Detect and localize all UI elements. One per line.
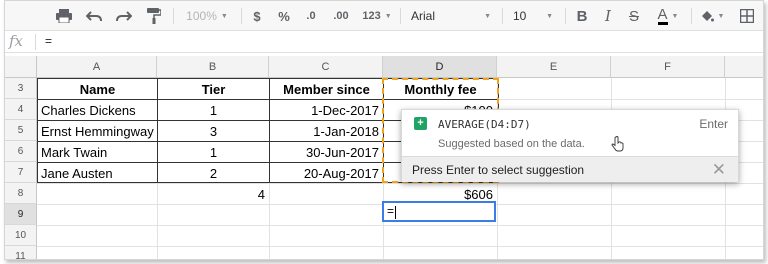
- spreadsheet-window: 100% ▼ $ % .0 .00 123 ▼ Arial ▼ 10 ▼ B I S A…: [4, 0, 764, 260]
- font-size-value: 10: [513, 9, 527, 23]
- toolbar-divider: [691, 8, 692, 24]
- grid-line: [37, 246, 763, 247]
- row-header-10[interactable]: 10: [5, 225, 37, 246]
- chevron-down-icon: ▼: [384, 12, 392, 20]
- header-cell-member-since[interactable]: Member since: [270, 79, 383, 99]
- suggestion-footer-text: Press Enter to select suggestion: [412, 163, 585, 177]
- row-header-7[interactable]: 7: [5, 162, 37, 183]
- chevron-down-icon: ▼: [220, 12, 228, 20]
- text-color-label: A: [657, 5, 668, 25]
- borders-icon[interactable]: [735, 1, 759, 31]
- table-cell[interactable]: 20-Aug-2017: [270, 163, 383, 183]
- close-icon[interactable]: ✕: [712, 160, 726, 180]
- text-cursor: [395, 206, 396, 219]
- row-header-8[interactable]: 8: [5, 183, 37, 204]
- table-cell[interactable]: 1: [158, 142, 269, 162]
- header-cell-name[interactable]: Name: [38, 79, 157, 99]
- suggestion-footer: Press Enter to select suggestion ✕: [402, 156, 738, 182]
- toolbar-divider: [502, 8, 503, 24]
- more-formats-label: 123: [362, 10, 381, 22]
- active-cell-value: =: [387, 204, 395, 218]
- hand-cursor-icon: [611, 136, 624, 152]
- chevron-down-icon: ▼: [484, 12, 491, 20]
- paint-format-icon[interactable]: [141, 1, 167, 31]
- font-family-value: Arial: [411, 9, 436, 23]
- bold-button[interactable]: B: [571, 1, 593, 31]
- font-size-select[interactable]: 10 ▼: [507, 1, 559, 31]
- toolbar-divider: [241, 8, 242, 24]
- table-cell[interactable]: 1-Jan-2018: [270, 121, 383, 141]
- suggestion-description: Suggested based on the data.: [438, 138, 585, 150]
- print-icon[interactable]: [51, 1, 77, 31]
- toolbar-divider: [565, 8, 566, 24]
- formula-suggestion-popup: + AVERAGE(D4:D7) Enter Suggested based o…: [401, 109, 739, 182]
- header-cell-tier[interactable]: Tier: [158, 79, 269, 99]
- table-cell[interactable]: 3: [158, 121, 269, 141]
- tier-total-cell[interactable]: 4: [158, 184, 269, 204]
- row-header-9[interactable]: 9: [5, 204, 37, 225]
- redo-icon[interactable]: [111, 1, 137, 31]
- increase-decimal-label: .00: [333, 10, 349, 22]
- toolbar-divider: [400, 8, 401, 24]
- column-header-f[interactable]: F: [611, 56, 725, 78]
- formula-bar: fx =: [5, 31, 763, 53]
- column-header-empty: [725, 56, 763, 78]
- row-header-3[interactable]: 3: [5, 78, 37, 99]
- row-header-11[interactable]: 11: [5, 246, 37, 259]
- undo-icon[interactable]: [81, 1, 107, 31]
- chevron-down-icon: ▼: [717, 12, 725, 20]
- table-cell[interactable]: Mark Twain: [38, 142, 157, 162]
- italic-button[interactable]: I: [597, 1, 619, 31]
- table-cell[interactable]: 2: [158, 163, 269, 183]
- sheets-suggestion-icon: +: [414, 117, 427, 130]
- fill-color-button[interactable]: ▼: [697, 1, 727, 31]
- active-cell-editor[interactable]: =: [382, 201, 496, 222]
- font-family-select[interactable]: Arial ▼: [405, 1, 497, 31]
- table-cell[interactable]: 1: [158, 100, 269, 120]
- row-header-5[interactable]: 5: [5, 120, 37, 141]
- column-header-d[interactable]: D: [383, 56, 497, 78]
- table-cell[interactable]: Charles Dickens: [38, 100, 157, 120]
- decrease-decimal-button[interactable]: .0: [299, 1, 323, 31]
- toolbar-divider: [173, 8, 174, 24]
- chevron-down-icon: ▼: [671, 12, 679, 20]
- table-cell[interactable]: 1-Dec-2017: [270, 100, 383, 120]
- select-all-corner[interactable]: [5, 56, 37, 78]
- fill-color-icon: [701, 11, 714, 22]
- column-header-b[interactable]: B: [157, 56, 269, 78]
- percent-format-button[interactable]: %: [273, 1, 295, 31]
- row-header-6[interactable]: 6: [5, 141, 37, 162]
- chevron-down-icon: ▼: [546, 12, 553, 20]
- enter-hint: Enter: [699, 117, 728, 131]
- formula-bar-divider: [35, 34, 36, 50]
- table-cell[interactable]: Ernst Hemmingway: [38, 121, 157, 141]
- zoom-select[interactable]: 100% ▼: [179, 1, 235, 31]
- decrease-decimal-label: .0: [306, 10, 316, 22]
- column-header-c[interactable]: C: [269, 56, 383, 78]
- currency-format-button[interactable]: $: [247, 1, 267, 31]
- more-formats-button[interactable]: 123 ▼: [357, 1, 397, 31]
- table-cell[interactable]: Jane Austen: [38, 163, 157, 183]
- formula-input[interactable]: =: [45, 34, 52, 48]
- grid-line: [37, 225, 763, 226]
- text-color-button[interactable]: A ▼: [651, 1, 685, 31]
- fx-icon: fx: [9, 32, 24, 50]
- zoom-value: 100%: [186, 9, 217, 23]
- row-header-4[interactable]: 4: [5, 99, 37, 120]
- column-header-a[interactable]: A: [37, 56, 157, 78]
- toolbar: 100% ▼ $ % .0 .00 123 ▼ Arial ▼ 10 ▼ B I S A…: [5, 1, 763, 31]
- increase-decimal-button[interactable]: .00: [327, 1, 355, 31]
- column-header-e[interactable]: E: [497, 56, 611, 78]
- strikethrough-button[interactable]: S: [623, 1, 645, 31]
- suggested-formula[interactable]: AVERAGE(D4:D7): [438, 118, 531, 131]
- table-cell[interactable]: 30-Jun-2017: [270, 142, 383, 162]
